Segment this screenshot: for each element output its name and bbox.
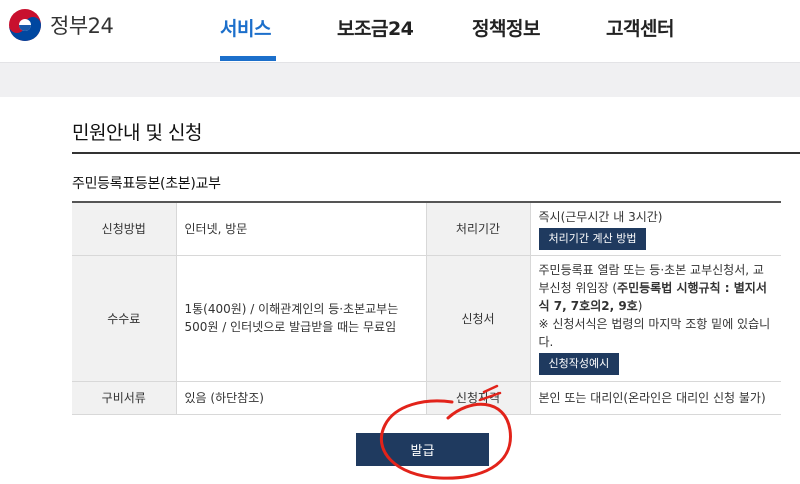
issue-button[interactable]: 발급 (356, 433, 489, 466)
active-nav-indicator (220, 56, 276, 61)
row-value: 본인 또는 대리인(온라인은 대리인 신청 불가) (529, 381, 781, 415)
nav-policy-info[interactable]: 정책정보 (472, 14, 540, 41)
row-label: 신청서 (426, 255, 530, 382)
application-form-text: 주민등록표 열람 또는 등·초본 교부신청서, 교부신청 위임장 (주민등록법 … (539, 261, 774, 315)
table-row: 구비서류 있음 (하단참조) 신청자격 본인 또는 대리인(온라인은 대리인 신… (72, 381, 781, 415)
row-value: 있음 (하단참조) (175, 381, 427, 415)
table-row: 신청방법 인터넷, 방문 처리기간 즉시(근무시간 내 3시간) 처리기간 계산… (72, 202, 781, 256)
row-label: 신청자격 (426, 381, 530, 415)
gov24-logo[interactable]: 정부24 (8, 8, 114, 42)
processing-period-calc-button[interactable]: 처리기간 계산 방법 (538, 227, 647, 250)
nav-services[interactable]: 서비스 (220, 14, 271, 41)
nav-subsidy24[interactable]: 보조금24 (337, 14, 414, 41)
form-note: ※ 신청서식은 법령의 마지막 조항 밑에 있습니다. (538, 317, 771, 349)
subheader-band (0, 62, 800, 97)
logo-text: 정부24 (50, 14, 114, 38)
processing-period-cell: 즉시(근무시간 내 3시간) 처리기간 계산 방법 (529, 202, 781, 256)
row-label: 구비서류 (72, 381, 176, 415)
processing-period-text: 즉시(근무시간 내 3시간) (538, 209, 663, 224)
row-label: 수수료 (72, 255, 176, 382)
title-divider (72, 152, 800, 154)
application-example-button[interactable]: 신청작성예시 (538, 353, 620, 375)
page-title: 민원안내 및 신청 (72, 122, 202, 144)
row-value: 1통(400원) / 이해관계인의 등·초본교부는 500원 / 인터넷으로 발… (175, 255, 427, 382)
row-label: 처리기간 (426, 202, 530, 256)
application-form-cell: 주민등록표 열람 또는 등·초본 교부신청서, 교부신청 위임장 (주민등록법 … (529, 255, 781, 382)
nav-customer-center[interactable]: 고객센터 (606, 14, 674, 41)
row-label: 신청방법 (72, 202, 176, 256)
row-value: 인터넷, 방문 (175, 202, 427, 256)
form-desc-end: ) (637, 299, 643, 313)
site-header: 정부24 서비스 보조금24 정책정보 고객센터 (0, 0, 800, 62)
taegeuk-logo-icon (9, 9, 41, 41)
table-row: 수수료 1통(400원) / 이해관계인의 등·초본교부는 500원 / 인터넷… (72, 255, 781, 382)
service-info-table: 신청방법 인터넷, 방문 처리기간 즉시(근무시간 내 3시간) 처리기간 계산… (72, 201, 781, 415)
service-subtitle: 주민등록표등본(초본)교부 (72, 176, 221, 192)
